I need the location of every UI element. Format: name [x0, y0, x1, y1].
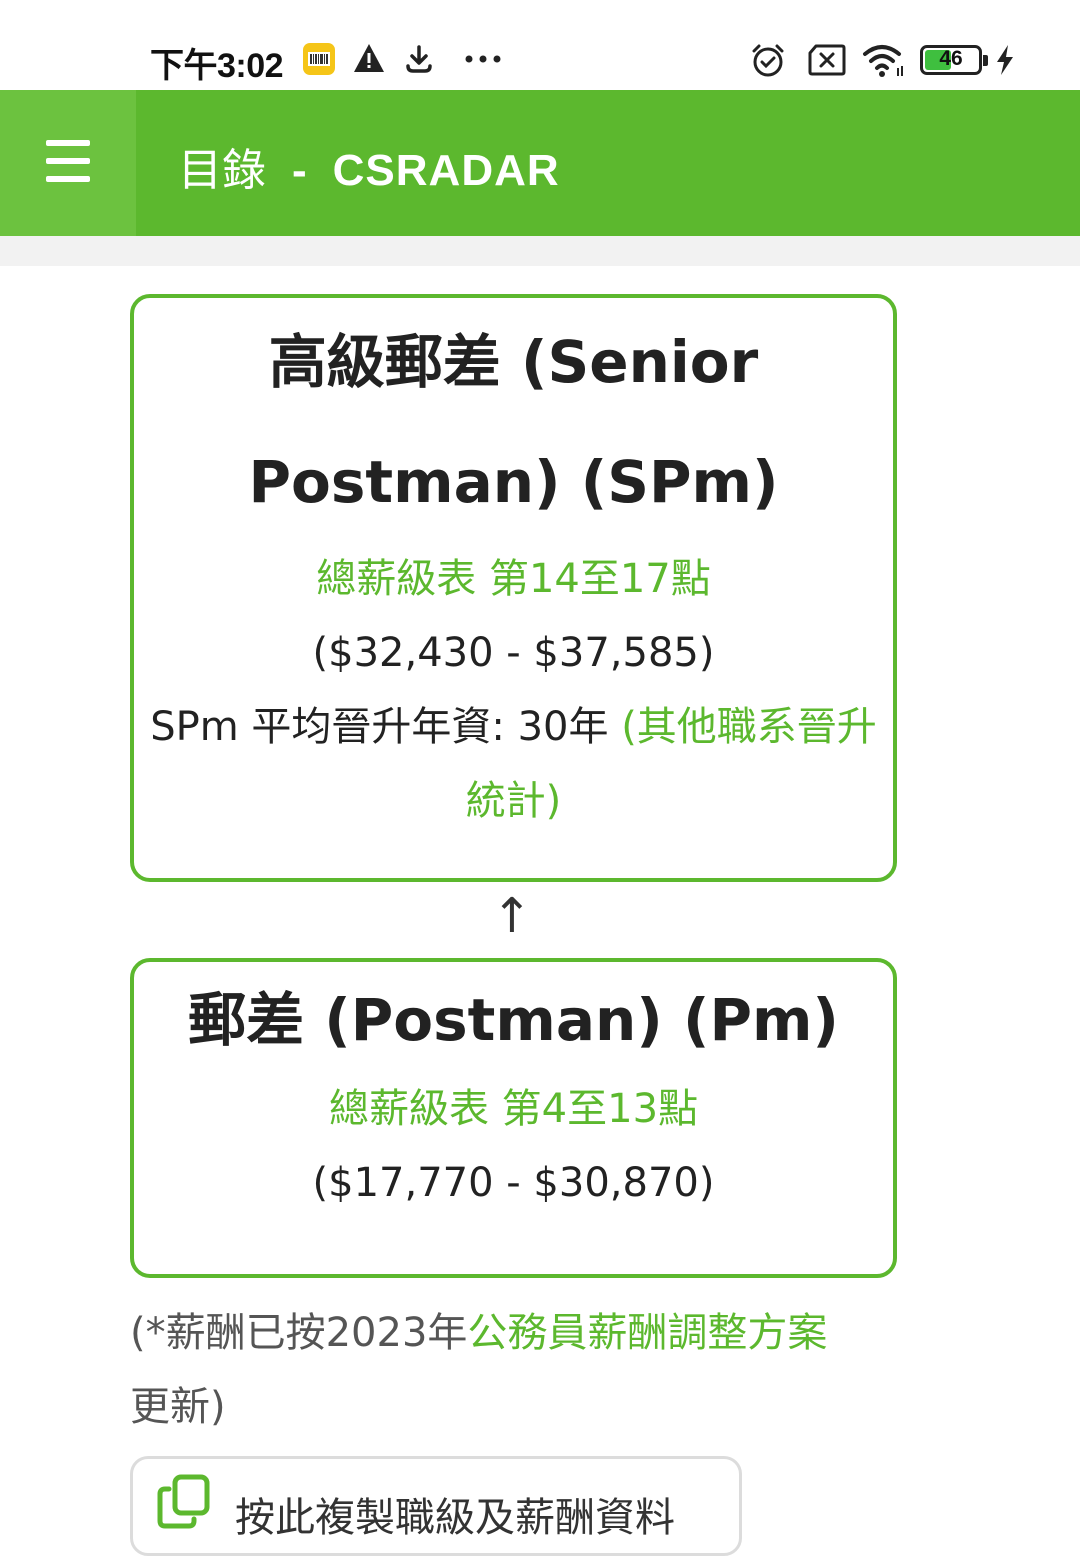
pay-scale-link[interactable]: 總薪級表 第4至13點: [134, 1072, 893, 1146]
hamburger-menu-icon: [46, 140, 90, 146]
promotion-info: SPm 平均晉升年資: 30年 (其他職系晉升統計): [134, 690, 893, 838]
menu-button[interactable]: [0, 90, 136, 236]
wifi-icon: [863, 45, 903, 77]
sim-off-icon: [808, 44, 846, 76]
note-suffix: 更新): [130, 1384, 226, 1430]
alarm-icon: [752, 44, 784, 77]
rank-card-senior-postman: 高級郵差 (Senior Postman) (SPm) 總薪級表 第14至17點…: [130, 294, 897, 882]
app-bar: 目錄 - CSRADAR: [0, 90, 1080, 236]
copy-rank-button[interactable]: 按此複製職級及薪酬資料: [130, 1456, 742, 1556]
download-icon: [406, 45, 432, 73]
battery-icon: 46: [920, 45, 988, 75]
salary-update-note: (*薪酬已按2023年公務員薪酬調整方案更新): [130, 1296, 890, 1444]
pay-range: ($17,770 - $30,870): [312, 1160, 715, 1206]
pay-adjustment-link[interactable]: 公務員薪酬調整方案: [467, 1310, 827, 1356]
note-prefix: (*薪酬已按2023年: [130, 1310, 468, 1356]
charging-icon: [997, 45, 1013, 75]
divider-strip: [0, 236, 1080, 266]
status-time: 下午3:02: [150, 47, 284, 85]
rank-title: 郵差 (Postman) (Pm): [188, 986, 839, 1054]
copy-button-label: 按此複製職級及薪酬資料: [235, 1495, 675, 1541]
promotion-years: SPm 平均晉升年資: 30年: [150, 704, 622, 750]
status-bar: 下午3:02 46: [0, 0, 1080, 90]
copy-icon: [157, 1474, 210, 1529]
title-directory-link[interactable]: 目錄: [178, 146, 266, 195]
barcode-app-icon: [303, 43, 335, 75]
pay-range: ($32,430 - $37,585): [312, 630, 715, 676]
rank-card-postman: 郵差 (Postman) (Pm) 總薪級表 第4至13點 ($17,770 -…: [130, 958, 897, 1278]
more-dots-icon: [465, 55, 501, 63]
promotion-arrow: ↑: [491, 888, 533, 944]
battery-level: 46: [939, 47, 963, 70]
title-separator: -: [292, 146, 307, 195]
pay-scale-link[interactable]: 總薪級表 第14至17點: [134, 542, 893, 616]
rank-title: 高級郵差 (Senior Postman) (SPm): [248, 328, 779, 516]
warning-icon: [354, 44, 384, 72]
app-title: 目錄 - CSRADAR: [178, 134, 560, 198]
brand-name[interactable]: CSRADAR: [333, 146, 560, 195]
